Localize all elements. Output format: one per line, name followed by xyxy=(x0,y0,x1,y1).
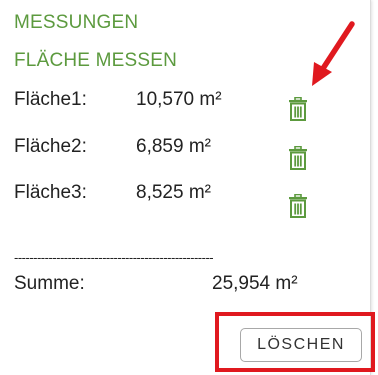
measurement-value-3: 8,525 m² xyxy=(136,182,211,203)
measurement-value-2: 6,859 m² xyxy=(136,136,211,157)
measurement-panel: MESSUNGEN FLÄCHE MESSEN Fläche1: 10,570 … xyxy=(0,0,371,375)
clear-button[interactable]: LÖSCHEN xyxy=(240,328,362,362)
measurement-label-3: Fläche3: xyxy=(14,182,87,203)
trash-icon[interactable] xyxy=(288,194,308,218)
panel-title: MESSUNGEN xyxy=(14,12,139,33)
sum-value: 25,954 m² xyxy=(212,273,298,294)
sum-label: Summe: xyxy=(14,273,85,294)
panel-subtitle: FLÄCHE MESSEN xyxy=(14,50,178,71)
measurement-value-1: 10,570 m² xyxy=(136,89,222,110)
trash-icon[interactable] xyxy=(288,97,308,121)
measurement-label-1: Fläche1: xyxy=(14,89,87,110)
trash-icon[interactable] xyxy=(288,146,308,170)
sum-divider: ----------------------------------------… xyxy=(14,250,214,265)
measurement-label-2: Fläche2: xyxy=(14,136,87,157)
